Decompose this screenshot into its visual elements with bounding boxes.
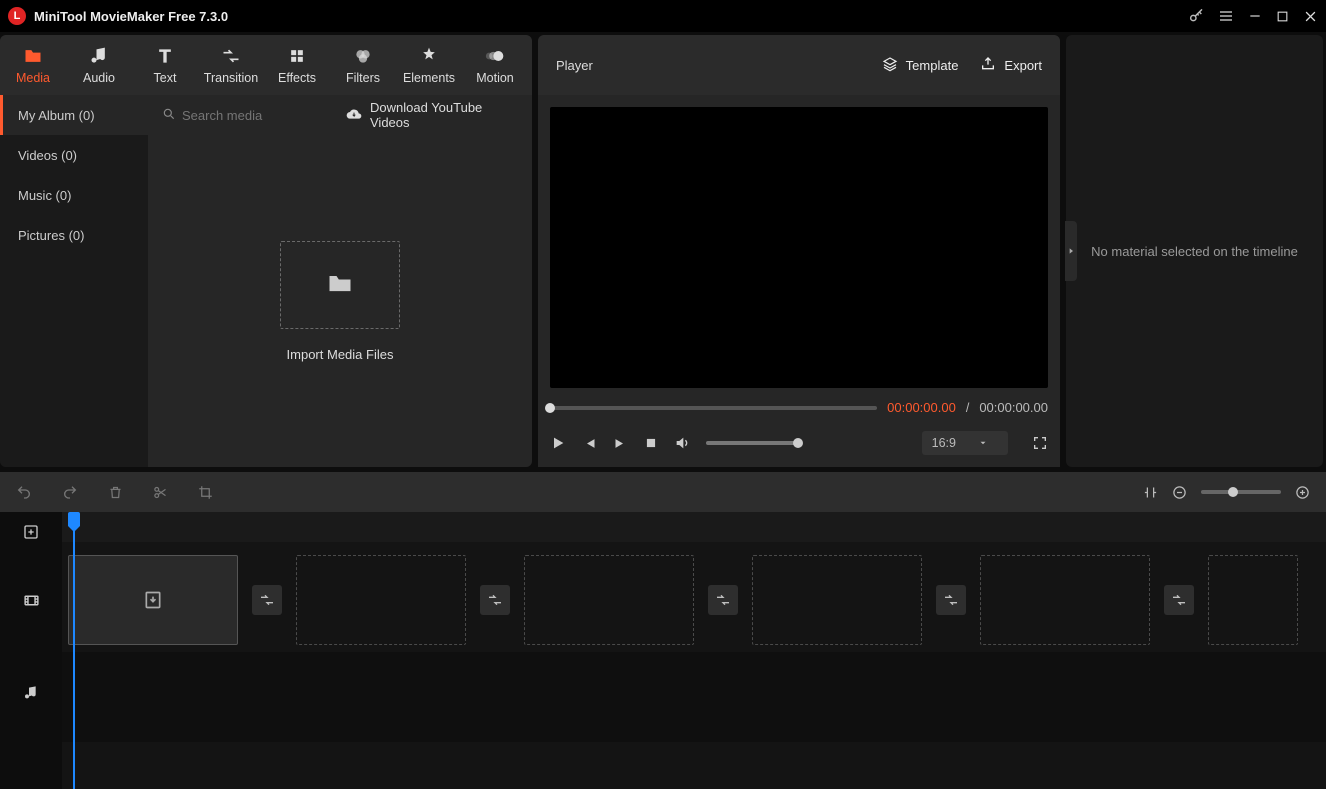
chevron-down-icon [978, 438, 988, 448]
volume-slider[interactable] [706, 441, 798, 445]
next-frame-icon[interactable] [613, 436, 628, 451]
seek-slider[interactable] [550, 406, 877, 410]
time-separator: / [966, 401, 969, 415]
inspector-panel: No material selected on the timeline [1066, 35, 1323, 467]
window-close-icon[interactable] [1303, 9, 1318, 24]
tab-motion[interactable]: Motion [462, 35, 528, 95]
transition-slot-icon[interactable] [708, 585, 738, 615]
tab-media[interactable]: Media [0, 35, 66, 95]
audio-track[interactable] [62, 652, 1326, 742]
chevron-right-icon [1067, 246, 1075, 256]
window-maximize-icon[interactable] [1276, 10, 1289, 23]
media-content-area: Download YouTube Videos Import Media Fil… [148, 95, 532, 467]
search-wrapper [162, 107, 322, 124]
video-track[interactable] [62, 552, 1326, 648]
tab-text[interactable]: Text [132, 35, 198, 95]
transition-slot-icon[interactable] [1164, 585, 1194, 615]
add-track-icon[interactable] [23, 524, 39, 540]
aspect-ratio-select[interactable]: 16:9 [922, 431, 1008, 455]
volume-icon[interactable] [674, 435, 690, 451]
transition-slot-icon[interactable] [936, 585, 966, 615]
stop-button-icon[interactable] [644, 436, 658, 450]
title-bar: L MiniTool MovieMaker Free 7.3.0 [0, 0, 1326, 32]
clip-slot[interactable] [296, 555, 466, 645]
download-youtube-button[interactable]: Download YouTube Videos [346, 100, 518, 130]
seek-thumb[interactable] [545, 403, 555, 413]
time-current: 00:00:00.00 [887, 400, 956, 415]
app-title: MiniTool MovieMaker Free 7.3.0 [34, 9, 228, 24]
player-title: Player [556, 58, 593, 73]
library-tabs: Media Audio Text Transition Effects Filt… [0, 35, 532, 95]
time-total: 00:00:00.00 [979, 400, 1048, 415]
video-preview[interactable] [550, 107, 1048, 388]
clip-slot-drop-target[interactable] [68, 555, 238, 645]
app-logo-icon: L [8, 7, 26, 25]
prev-frame-icon[interactable] [582, 436, 597, 451]
redo-icon[interactable] [62, 484, 78, 500]
video-track-icon[interactable] [23, 592, 40, 609]
audio-track-icon[interactable] [23, 685, 39, 701]
tab-audio[interactable]: Audio [66, 35, 132, 95]
sidebar-item-music[interactable]: Music (0) [0, 175, 148, 215]
window-minimize-icon[interactable] [1248, 9, 1262, 23]
clip-slot[interactable] [1208, 555, 1298, 645]
playhead-line[interactable] [73, 512, 75, 789]
search-icon [162, 107, 176, 124]
sidebar-item-videos[interactable]: Videos (0) [0, 135, 148, 175]
volume-thumb[interactable] [793, 438, 803, 448]
zoom-out-icon[interactable] [1172, 485, 1187, 500]
sidebar-item-pictures[interactable]: Pictures (0) [0, 215, 148, 255]
hamburger-menu-icon[interactable] [1218, 8, 1234, 24]
inspector-collapse-handle[interactable] [1065, 221, 1077, 281]
zoom-in-icon[interactable] [1295, 485, 1310, 500]
timeline-fit-icon[interactable] [1143, 485, 1158, 500]
timeline-area [0, 472, 1326, 789]
delete-icon[interactable] [108, 485, 123, 500]
tab-elements[interactable]: Elements [396, 35, 462, 95]
undo-icon[interactable] [16, 484, 32, 500]
fullscreen-icon[interactable] [1032, 435, 1048, 451]
timeline-ruler[interactable] [62, 512, 1326, 542]
tab-transition[interactable]: Transition [198, 35, 264, 95]
clip-slot[interactable] [752, 555, 922, 645]
template-icon [882, 56, 898, 75]
sidebar-item-my-album[interactable]: My Album (0) [0, 95, 148, 135]
import-media-label: Import Media Files [287, 347, 394, 362]
clip-slot[interactable] [980, 555, 1150, 645]
scissors-icon[interactable] [153, 485, 168, 500]
zoom-thumb[interactable] [1228, 487, 1238, 497]
tab-filters[interactable]: Filters [330, 35, 396, 95]
player-panel: Player Template Export 00:00 [538, 35, 1060, 467]
transition-slot-icon[interactable] [480, 585, 510, 615]
timeline-toolbar [0, 472, 1326, 512]
media-category-sidebar: My Album (0) Videos (0) Music (0) Pictur… [0, 95, 148, 467]
library-panel: Media Audio Text Transition Effects Filt… [0, 35, 532, 467]
play-button-icon[interactable] [550, 435, 566, 451]
search-input[interactable] [182, 108, 322, 123]
export-icon [980, 56, 996, 75]
inspector-empty-message: No material selected on the timeline [1091, 244, 1298, 259]
clip-slot[interactable] [524, 555, 694, 645]
cloud-download-icon [346, 106, 362, 125]
track-gutter [0, 512, 62, 789]
import-clip-icon [143, 590, 163, 610]
export-button[interactable]: Export [980, 56, 1042, 75]
timeline-tracks[interactable] [62, 512, 1326, 789]
folder-icon [326, 269, 354, 300]
crop-icon[interactable] [198, 485, 213, 500]
key-icon[interactable] [1188, 8, 1204, 24]
import-media-dropzone[interactable] [280, 241, 400, 329]
download-youtube-label: Download YouTube Videos [370, 100, 518, 130]
tab-effects[interactable]: Effects [264, 35, 330, 95]
template-button[interactable]: Template [882, 56, 959, 75]
transition-slot-icon[interactable] [252, 585, 282, 615]
zoom-slider[interactable] [1201, 490, 1281, 494]
